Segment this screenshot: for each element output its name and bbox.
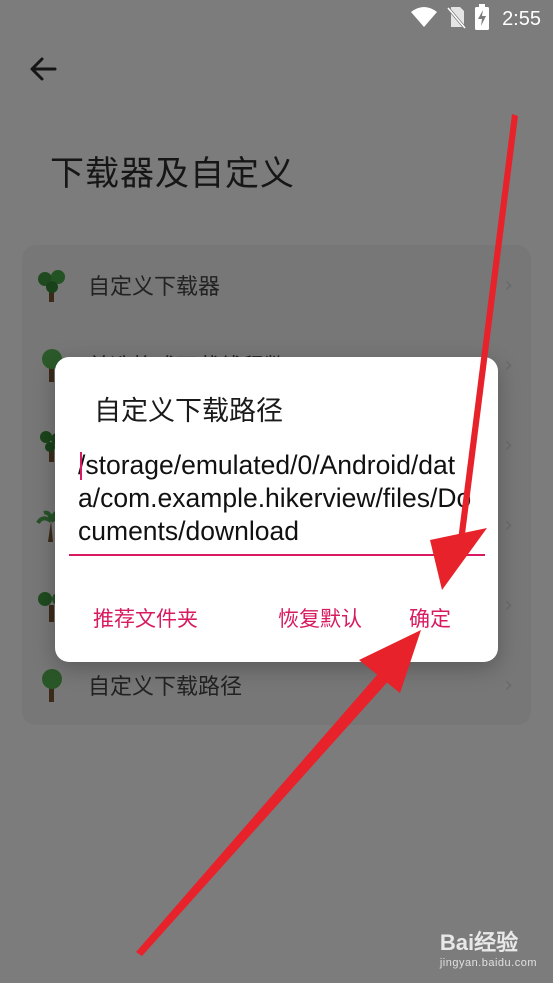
watermark-logo: Bai经验 [439,930,519,955]
watermark: Bai经验 jingyan.baidu.com [440,925,537,969]
watermark-url: jingyan.baidu.com [439,957,537,969]
arrow-down-annotation [430,114,518,590]
arrow-up-annotation [136,630,421,956]
annotation-arrows [136,114,518,956]
